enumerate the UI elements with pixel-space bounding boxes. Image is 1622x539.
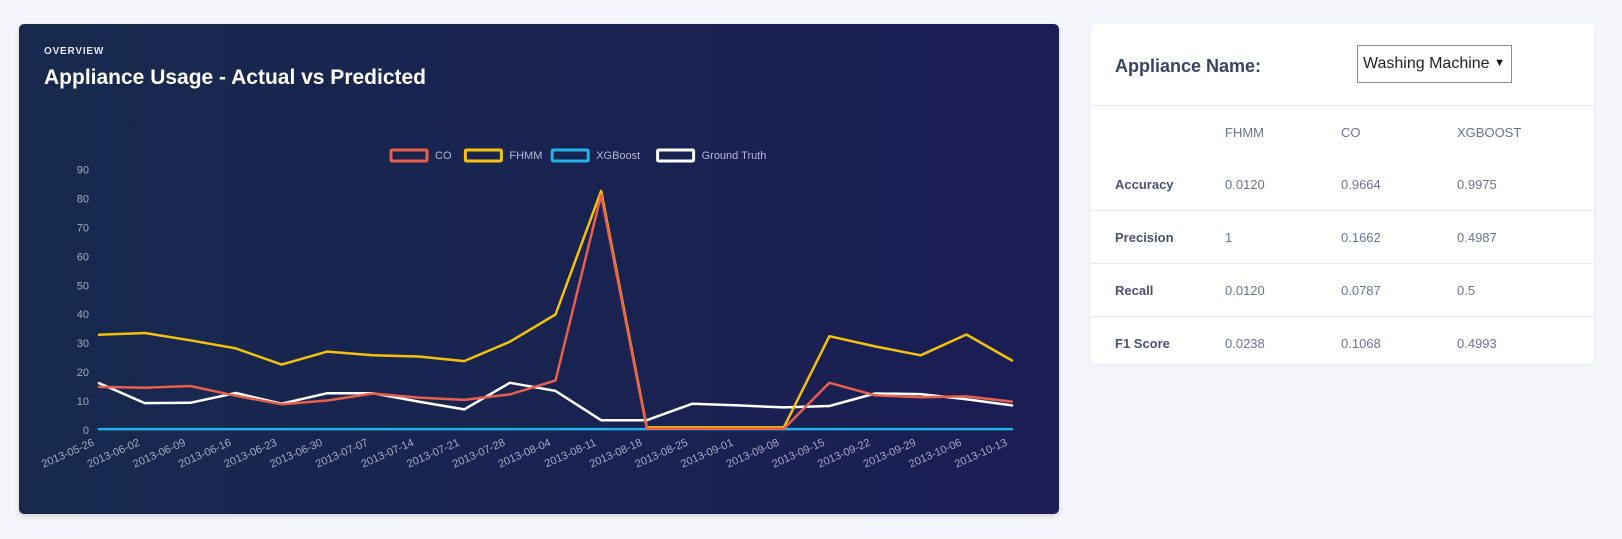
metric-label: Precision: [1091, 210, 1224, 264]
usage-line-chart: 01020304050607080902013-05-262013-06-022…: [40, 148, 1014, 471]
metric-label: Accuracy: [1091, 158, 1224, 211]
legend-label: CO: [435, 150, 452, 162]
metrics-header-xgboost: XGBOOST: [1457, 124, 1522, 140]
metrics-header-blank: [1091, 106, 1224, 158]
appliance-name-label: Appliance Name:: [1115, 56, 1262, 76]
metric-value-co: 0.9664: [1340, 158, 1456, 211]
metric-value-fhmm: 1: [1224, 210, 1340, 264]
caret-down-icon: ▼: [1494, 57, 1505, 69]
legend-swatch: [463, 148, 503, 163]
y-tick-label: 90: [77, 165, 89, 177]
legend-label: FHMM: [509, 150, 542, 162]
y-tick-label: 40: [77, 309, 89, 321]
metric-value-fhmm: 0.0238: [1225, 335, 1265, 351]
metric-value-xgboost: 0.5: [1456, 263, 1594, 317]
metric-value-co: 0.0787: [1340, 263, 1456, 317]
legend-swatch: [550, 148, 590, 163]
legend-label: Ground Truth: [702, 150, 767, 162]
y-tick-label: 60: [77, 251, 89, 263]
y-tick-label: 70: [77, 222, 89, 234]
x-tick-label: 2013-10-13: [953, 437, 1009, 471]
legend-label: XGBoost: [596, 150, 640, 162]
y-tick-label: 80: [77, 193, 89, 205]
chart-card: OVERVIEW Appliance Usage - Actual vs Pre…: [19, 24, 1059, 514]
metrics-table: FHMM CO XGBOOST Accuracy 0.0120 0.9664 0…: [1091, 106, 1594, 369]
appliance-select[interactable]: Washing Machine ▼: [1357, 45, 1512, 83]
y-tick-label: 0: [83, 425, 89, 437]
legend-swatch: [656, 148, 696, 163]
x-tick-label: 2013-08-04: [496, 437, 552, 471]
table-row: Precision 1 0.1662 0.4987: [1091, 210, 1594, 264]
metric-value-fhmm: 0.0120: [1224, 158, 1340, 211]
legend-swatch: [389, 148, 429, 163]
metric-label: Recall: [1091, 263, 1224, 317]
metric-value-fhmm: 0.0120: [1224, 263, 1340, 317]
metrics-header-co: CO: [1341, 124, 1361, 140]
y-tick-label: 50: [77, 280, 89, 292]
metric-value-xgboost: 0.4987: [1456, 210, 1594, 264]
metric-value-xgboost: 0.4993: [1457, 335, 1497, 351]
metrics-panel: Appliance Name: Washing Machine ▼ FHMM C…: [1091, 24, 1594, 364]
y-tick-label: 20: [77, 367, 89, 379]
metric-value-co: 0.1068: [1341, 335, 1381, 351]
y-tick-label: 30: [77, 338, 89, 350]
table-row: Accuracy 0.0120 0.9664 0.9975: [1091, 158, 1594, 211]
series-line-ground-truth: [97, 381, 1014, 422]
table-row: Recall 0.0120 0.0787 0.5: [1091, 263, 1594, 317]
metric-value-xgboost: 0.9975: [1456, 158, 1594, 211]
metric-label: F1 Score: [1115, 335, 1170, 351]
table-row: F1 Score 0.0238 0.1068 0.4993: [1091, 317, 1594, 370]
y-tick-label: 10: [77, 396, 89, 408]
metrics-header-row: FHMM CO XGBOOST: [1091, 106, 1594, 158]
appliance-select-value: Washing Machine: [1363, 55, 1490, 72]
metrics-header-fhmm: FHMM: [1225, 124, 1264, 140]
metric-value-co: 0.1662: [1340, 210, 1456, 264]
